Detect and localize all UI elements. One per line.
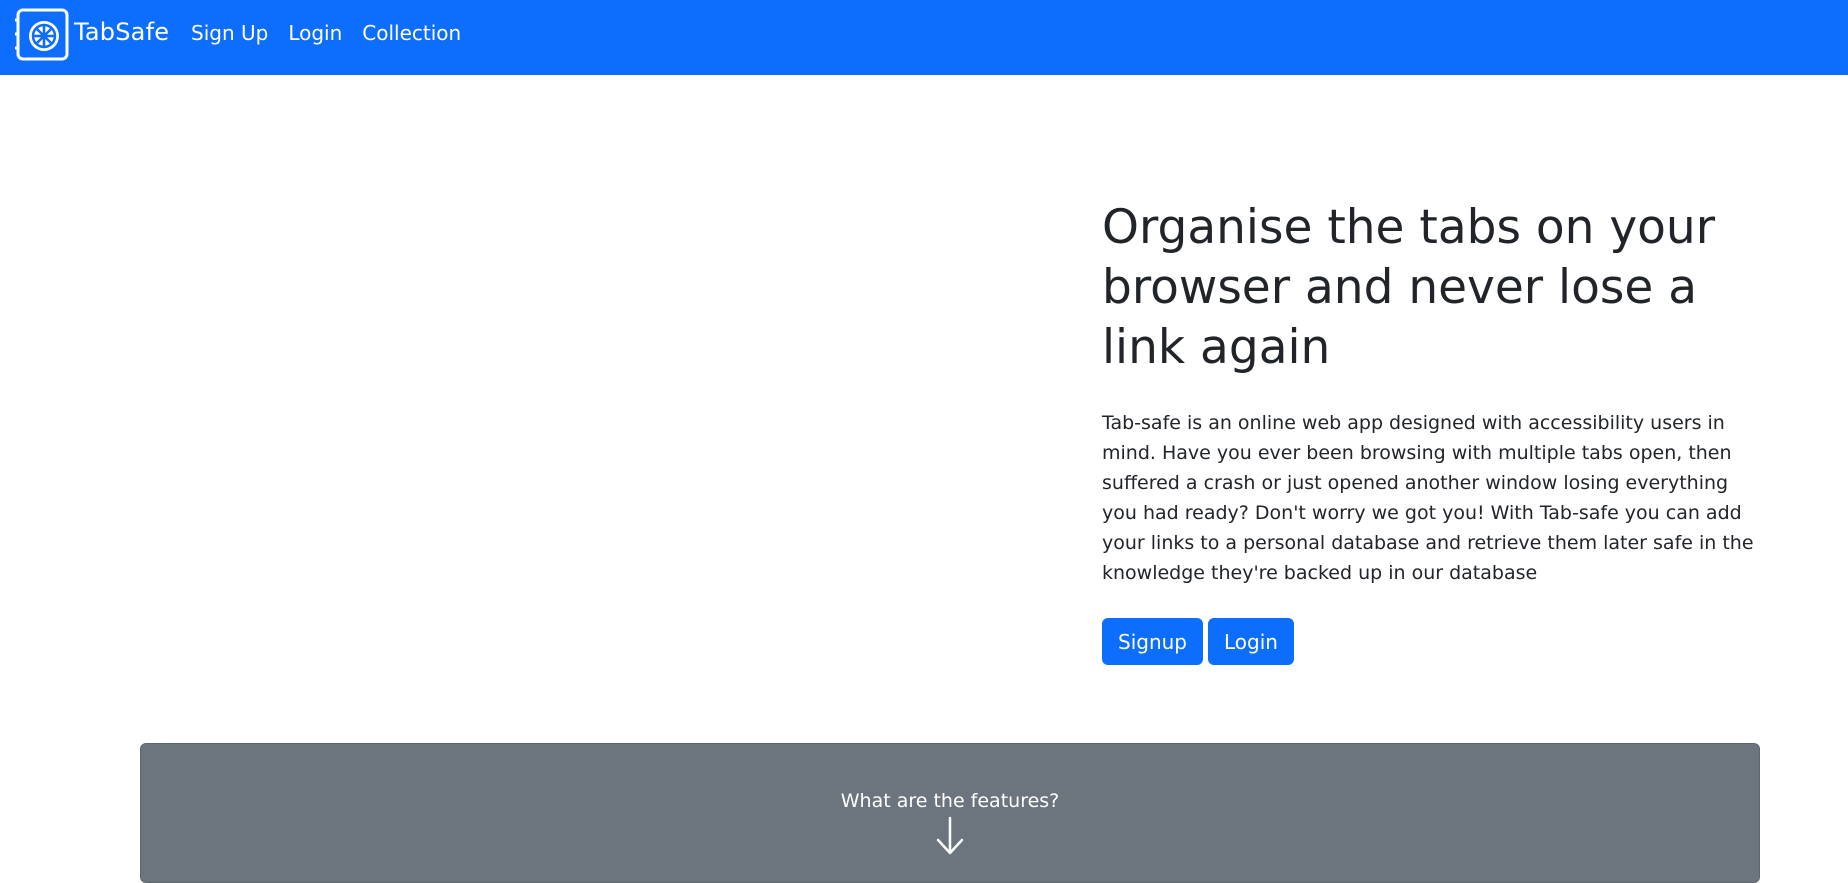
features-label: What are the features?	[840, 790, 1060, 812]
arrow-down-icon[interactable]	[935, 816, 965, 856]
hero-description: Tab-safe is an online web app designed w…	[1102, 412, 1754, 584]
features-banner: What are the features?	[140, 743, 1760, 883]
brand-name: TabSafe	[74, 18, 170, 46]
login-button[interactable]: Login	[1208, 618, 1294, 665]
signup-button[interactable]: Signup	[1102, 618, 1203, 665]
safe-logo-icon	[15, 8, 69, 61]
navbar: TabSafe Sign Up Login Collection	[0, 0, 1848, 75]
nav-links: Sign Up Login Collection	[191, 20, 471, 46]
hero-section: Organise the tabs on your browser and ne…	[1102, 198, 1762, 665]
nav-link-sign-up[interactable]: Sign Up	[191, 20, 278, 46]
nav-link-collection[interactable]: Collection	[352, 20, 471, 46]
brand-link[interactable]: TabSafe	[14, 8, 169, 62]
hero-title: Organise the tabs on your browser and ne…	[1102, 200, 1716, 375]
hero-buttons: Signup Login	[1102, 618, 1762, 665]
nav-link-login[interactable]: Login	[278, 20, 352, 46]
